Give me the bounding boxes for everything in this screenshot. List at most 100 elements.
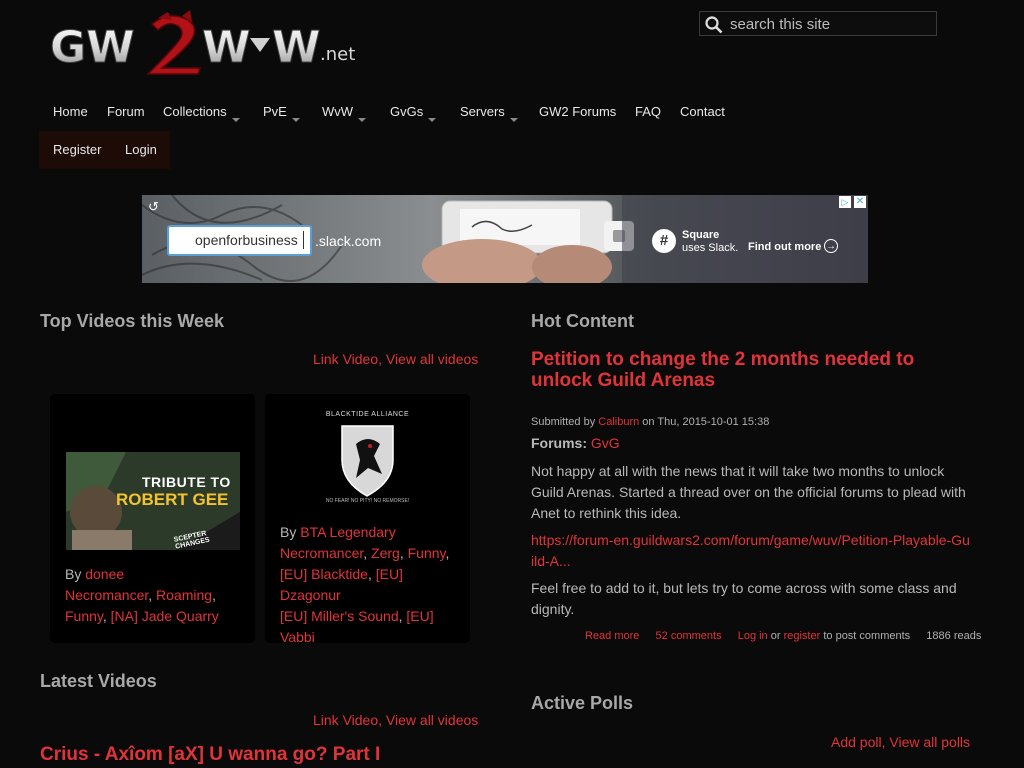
tag-link[interactable]: [EU] Blacktide: [280, 566, 368, 582]
active-polls-heading: Active Polls: [531, 693, 634, 713]
site-logo[interactable]: GW W W .net: [50, 10, 360, 76]
slack-logo-icon: #: [652, 229, 676, 253]
search-icon[interactable]: [705, 16, 723, 39]
ad-banner[interactable]: ↺ openforbusiness .slack.com # Square us…: [142, 195, 868, 283]
ad-url-box[interactable]: openforbusiness: [167, 225, 312, 256]
post-link-line: https://forum-en.guildwars2.com/forum/ga…: [531, 530, 971, 572]
main-nav: Home Forum Collections PvE WvW GvGs Serv…: [43, 96, 803, 128]
chevron-down-icon: [231, 118, 240, 122]
video-thumbnail[interactable]: BLACKTIDE ALLIANCE NO FEAR! NO PITY! NO …: [310, 408, 425, 504]
tag-link[interactable]: [NA] Jade Quarry: [111, 608, 219, 624]
hot-content-title-link[interactable]: Petition to change the 2 months needed t…: [531, 349, 914, 391]
hot-content-heading: Hot Content: [531, 311, 634, 331]
latest-video-title: Crius - Axîom [aX] U wanna go? Part I: [40, 744, 380, 766]
login-link[interactable]: Log in: [738, 630, 768, 642]
tag-link[interactable]: [EU] Miller's Sound: [280, 608, 399, 624]
submitted-by-label: Submitted by: [531, 416, 596, 428]
nav-collections[interactable]: Collections: [163, 96, 240, 128]
nav-gvgs[interactable]: GvGs: [390, 96, 437, 128]
author-link[interactable]: donee: [85, 566, 124, 582]
ad-url-domain: .slack.com: [315, 233, 382, 249]
nav-pve[interactable]: PvE: [263, 96, 300, 128]
refresh-icon[interactable]: ↺: [148, 199, 159, 215]
crest-title: BLACKTIDE ALLIANCE: [325, 411, 410, 418]
latest-videos-links: Link Video, View all videos: [313, 712, 478, 728]
forums-label: Forums:: [531, 435, 587, 451]
reads-count: 1886 reads: [926, 630, 982, 642]
view-all-videos-link[interactable]: View all videos: [386, 712, 478, 728]
comments-link[interactable]: 52 comments: [656, 630, 722, 642]
video-meta: By BTA Legendary Necromancer, Zerg, Funn…: [280, 524, 450, 645]
read-more-link[interactable]: Read more: [585, 630, 639, 642]
separator: ,: [378, 712, 383, 728]
post-links: Read more 52 comments Log in or register…: [585, 630, 981, 642]
link-video-link[interactable]: Link Video: [313, 351, 378, 367]
top-videos-links: Link Video, View all videos: [313, 351, 478, 367]
separator: ,: [378, 351, 383, 367]
thumbnail-title-2: ROBERT GEE: [116, 490, 229, 509]
submitted-line: Submitted by Caliburn on Thu, 2015-10-01…: [531, 416, 769, 428]
register-link[interactable]: register: [784, 630, 821, 642]
tag-link[interactable]: Necromancer: [280, 545, 363, 561]
nav-servers[interactable]: Servers: [460, 96, 518, 128]
text-cursor: [303, 231, 304, 249]
svg-text:W: W: [202, 22, 251, 73]
crest-motto: NO FEAR! NO PITY! NO REMORSE!: [325, 498, 410, 504]
forums-line: Forums: GvG: [531, 435, 620, 451]
tag-link[interactable]: Necromancer: [65, 587, 148, 603]
nav-contact[interactable]: Contact: [680, 96, 725, 128]
chevron-down-icon: [358, 118, 367, 122]
search-box[interactable]: [699, 11, 937, 36]
nav-gw2-forums[interactable]: GW2 Forums: [539, 96, 616, 128]
tag-link[interactable]: Zerg: [371, 545, 400, 561]
video-card: TRIBUTE TO ROBERT GEE SCEPTER CHANGES By…: [50, 394, 255, 643]
post-body: Not happy at all with the news that it w…: [531, 463, 966, 521]
nav-gw2-forums-label: GW2 Forums: [539, 104, 617, 119]
nav-wvw[interactable]: WvW: [322, 96, 367, 128]
ad-cta[interactable]: Find out more: [748, 241, 821, 253]
close-icon[interactable]: ✕: [854, 196, 866, 208]
author-link[interactable]: Caliburn: [598, 416, 639, 428]
by-label: By: [280, 524, 297, 540]
tag-link[interactable]: Funny: [65, 608, 103, 624]
link-video-link[interactable]: Link Video: [313, 712, 378, 728]
search-input[interactable]: [728, 13, 932, 35]
nav-servers-label: Servers: [460, 104, 505, 119]
ad-brand: Square: [682, 229, 720, 241]
tag-link[interactable]: Funny: [408, 545, 446, 561]
adchoices-icon[interactable]: ▷: [839, 196, 851, 208]
login-link[interactable]: Login: [125, 131, 157, 169]
author-link[interactable]: BTA Legendary: [300, 524, 395, 540]
nav-home[interactable]: Home: [53, 96, 88, 128]
tag-link[interactable]: Roaming: [156, 587, 212, 603]
chevron-down-icon: [509, 118, 518, 122]
nav-collections-label: Collections: [163, 104, 227, 119]
forum-link[interactable]: GvG: [591, 435, 620, 451]
view-all-videos-link[interactable]: View all videos: [386, 351, 478, 367]
register-link[interactable]: Register: [53, 131, 101, 169]
shield-icon: [341, 425, 394, 497]
to-post-text: to post comments: [823, 630, 911, 642]
video-thumbnail[interactable]: TRIBUTE TO ROBERT GEE SCEPTER CHANGES: [66, 452, 240, 550]
user-menu: Register Login: [39, 131, 170, 169]
add-poll-link[interactable]: Add poll: [831, 734, 882, 750]
nav-forum[interactable]: Forum: [107, 96, 145, 128]
nav-home-label: Home: [53, 104, 88, 119]
nav-faq-label: FAQ: [635, 104, 662, 119]
post-external-link[interactable]: https://forum-en.guildwars2.com/forum/ga…: [531, 532, 970, 569]
top-videos-heading: Top Videos this Week: [40, 311, 225, 331]
nav-gvgs-label: GvGs: [390, 104, 424, 119]
post-body-2: Feel free to add to it, but lets try to …: [531, 580, 957, 617]
chevron-down-icon: [291, 118, 300, 122]
ad-url-text: openforbusiness: [195, 232, 298, 248]
thumbnail-title: TRIBUTE TO: [142, 474, 231, 490]
nav-faq[interactable]: FAQ: [635, 96, 661, 128]
chevron-down-icon: [428, 118, 437, 122]
separator: ,: [881, 734, 886, 750]
latest-video-link[interactable]: Crius - Axîom [aX] U wanna go? Part I: [40, 744, 380, 765]
post-date: on Thu, 2015-10-01 15:38: [642, 416, 770, 428]
view-all-polls-link[interactable]: View all polls: [889, 734, 970, 750]
latest-videos-heading: Latest Videos: [40, 671, 157, 691]
nav-contact-label: Contact: [680, 104, 725, 119]
nav-wvw-label: WvW: [322, 104, 354, 119]
